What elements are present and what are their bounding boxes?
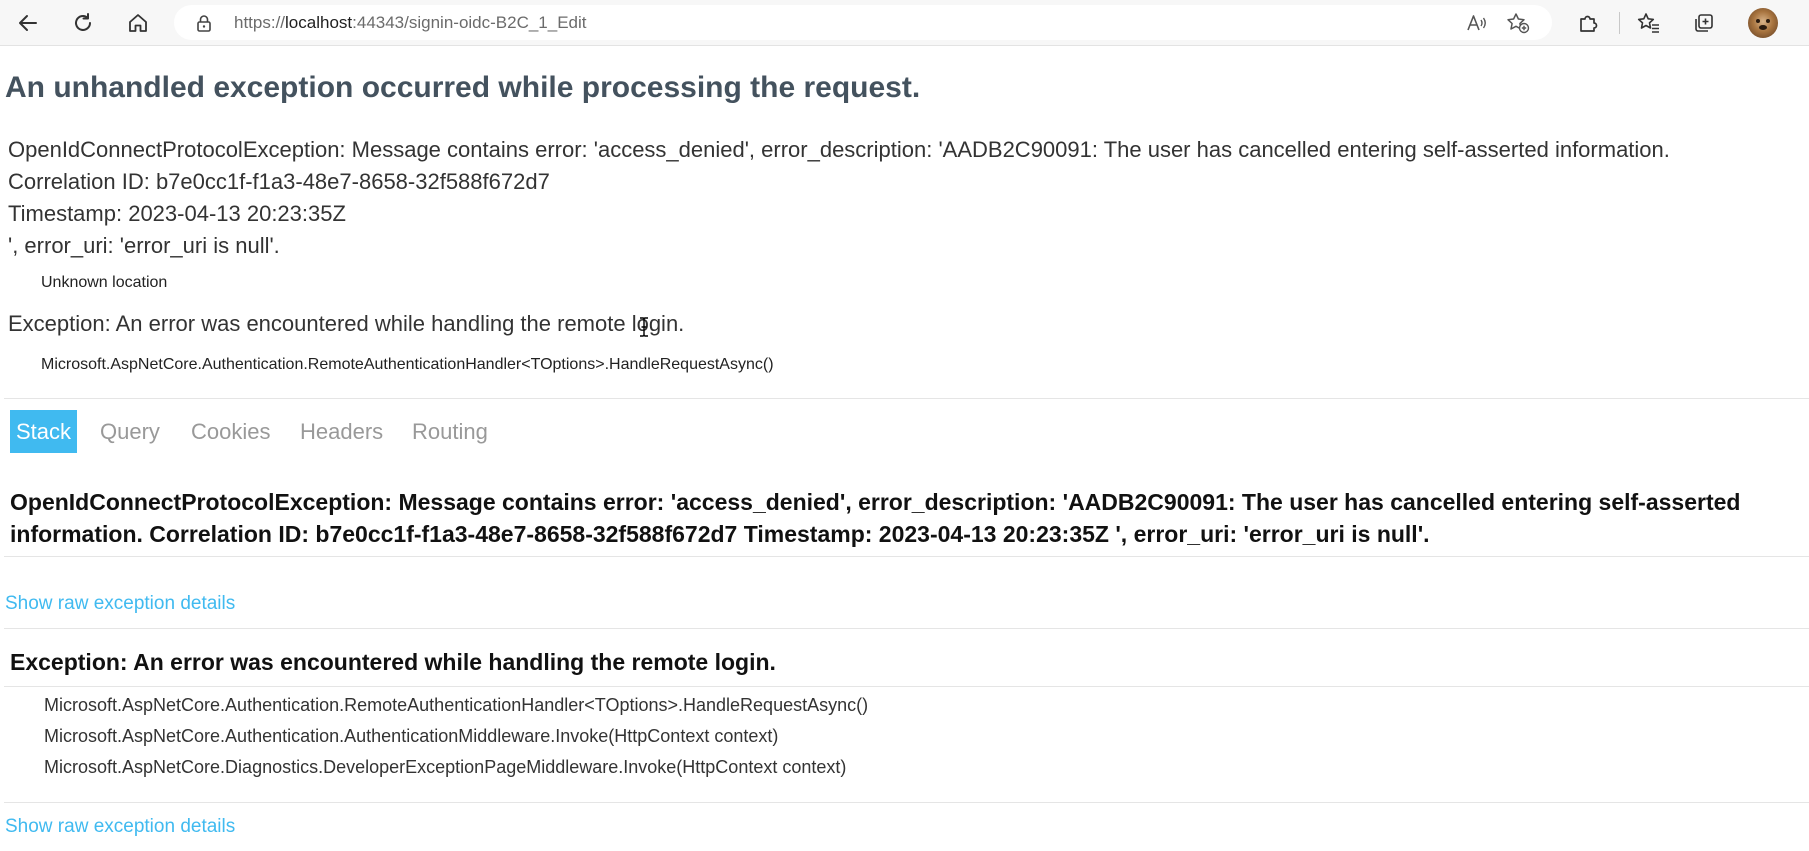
stack-frame[interactable]: Microsoft.AspNetCore.Diagnostics.Develop… — [44, 752, 868, 783]
divider — [4, 628, 1809, 629]
back-arrow-icon — [19, 15, 37, 31]
address-bar[interactable]: https://localhost:44343/signin-oidc-B2C_… — [174, 5, 1552, 40]
exception-heading: Exception: An error was encountered whil… — [10, 649, 776, 675]
stack-frame[interactable]: Microsoft.AspNetCore.Authentication.Remo… — [44, 690, 868, 721]
summary-location: Unknown location — [41, 274, 168, 291]
summary-line: OpenIdConnectProtocolException: Message … — [8, 137, 1670, 162]
tab-cookies[interactable]: Cookies — [185, 410, 276, 453]
divider — [4, 802, 1809, 803]
refresh-button[interactable] — [67, 7, 99, 39]
lock-icon[interactable] — [196, 14, 212, 37]
summary-line: ', error_uri: 'error_uri is null'. — [8, 233, 280, 258]
toolbar-divider — [1619, 12, 1620, 34]
inner-exception-message: Exception: An error was encountered whil… — [8, 311, 685, 336]
tab-routing[interactable]: Routing — [406, 410, 494, 453]
summary-line: Correlation ID: b7e0cc1f-f1a3-48e7-8658-… — [8, 169, 550, 194]
show-raw-exception-link[interactable]: Show raw exception details — [5, 593, 235, 615]
divider — [4, 556, 1809, 557]
add-favorite-icon[interactable] — [1506, 11, 1530, 35]
profile-avatar[interactable] — [1748, 8, 1778, 38]
refresh-icon — [75, 13, 91, 31]
url-text: https://localhost:44343/signin-oidc-B2C_… — [234, 5, 587, 40]
stack-frames: Microsoft.AspNetCore.Authentication.Remo… — [44, 690, 868, 783]
back-button[interactable] — [12, 7, 44, 39]
divider — [4, 398, 1809, 399]
error-page: An unhandled exception occurred while pr… — [0, 46, 1809, 851]
show-raw-exception-link[interactable]: Show raw exception details — [5, 816, 235, 838]
home-icon — [129, 14, 147, 32]
exception-summary: OpenIdConnectProtocolException: Message … — [8, 134, 1670, 262]
read-aloud-icon[interactable] — [1465, 11, 1489, 35]
favorites-icon — [1637, 13, 1659, 33]
puzzle-icon — [1580, 15, 1598, 32]
text-cursor-icon — [638, 317, 650, 342]
extensions-button[interactable] — [1572, 7, 1604, 39]
collections-button[interactable] — [1688, 7, 1720, 39]
page-title: An unhandled exception occurred while pr… — [5, 71, 921, 104]
exception-heading: OpenIdConnectProtocolException: Message … — [10, 489, 1741, 547]
url-path: :44343/signin-oidc-B2C_1_Edit — [352, 13, 587, 32]
tab-stack[interactable]: Stack — [10, 410, 78, 453]
tab-query[interactable]: Query — [94, 410, 166, 453]
stack-frame[interactable]: Microsoft.AspNetCore.Authentication.Auth… — [44, 721, 868, 752]
tab-headers[interactable]: Headers — [294, 410, 389, 453]
home-button[interactable] — [122, 7, 154, 39]
inner-exception-location: Microsoft.AspNetCore.Authentication.Remo… — [41, 356, 774, 373]
browser-toolbar: https://localhost:44343/signin-oidc-B2C_… — [0, 0, 1809, 46]
favorites-button[interactable] — [1633, 7, 1665, 39]
summary-line: Timestamp: 2023-04-13 20:23:35Z — [8, 201, 346, 226]
divider — [4, 686, 1809, 687]
url-prefix: https:// — [234, 13, 286, 32]
collections-icon — [1695, 14, 1713, 32]
url-host: localhost — [285, 13, 353, 32]
